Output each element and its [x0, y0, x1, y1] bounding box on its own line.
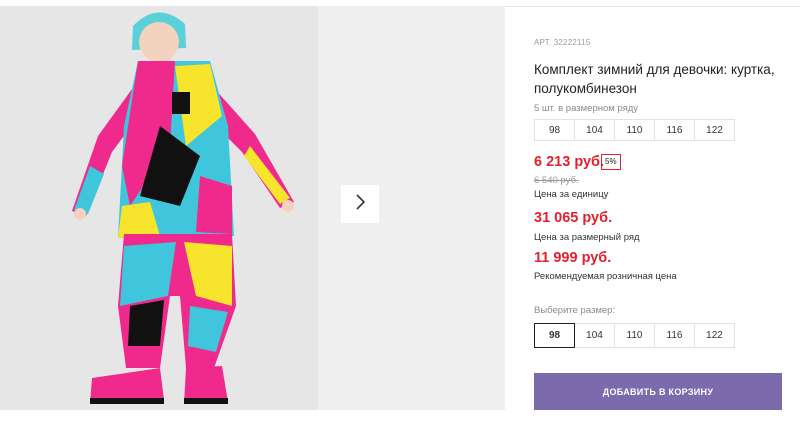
- discount-badge: 5%: [601, 154, 621, 170]
- size-selector: 98 104 110 116 122: [534, 323, 735, 348]
- panel-divider: [505, 6, 800, 7]
- pack-price: 31 065 руб.: [534, 210, 613, 226]
- pack-size-110: 110: [614, 119, 655, 141]
- size-option-110[interactable]: 110: [614, 323, 655, 348]
- unit-price: 6 213 руб.: [534, 154, 605, 170]
- unit-price-label: Цена за единицу: [534, 189, 609, 200]
- old-price: 6 540 руб.: [534, 175, 579, 186]
- retail-price: 11 999 руб.: [534, 250, 612, 266]
- pack-size-122: 122: [694, 119, 735, 141]
- pack-size-104: 104: [574, 119, 615, 141]
- pack-note: 5 шт. в размерном ряду: [534, 103, 639, 114]
- size-option-104[interactable]: 104: [574, 323, 615, 348]
- size-option-116[interactable]: 116: [654, 323, 695, 348]
- retail-price-label: Рекомендуемая розничная цена: [534, 271, 677, 282]
- gallery-next-button[interactable]: [341, 185, 379, 223]
- product-gallery: [0, 6, 505, 410]
- pack-size-row: 98 104 110 116 122: [534, 119, 735, 141]
- size-option-98[interactable]: 98: [534, 323, 575, 348]
- add-to-cart-button[interactable]: ДОБАВИТЬ В КОРЗИНУ: [534, 373, 782, 410]
- pack-size-98: 98: [534, 119, 575, 141]
- chevron-right-icon: [355, 193, 366, 215]
- size-select-label: Выберите размер:: [534, 305, 616, 316]
- article-number: АРТ. 32222115: [534, 38, 591, 47]
- product-photo: [0, 6, 318, 410]
- product-title: Комплект зимний для девочки: куртка, пол…: [534, 62, 775, 96]
- pack-size-116: 116: [654, 119, 695, 141]
- size-option-122[interactable]: 122: [694, 323, 735, 348]
- pack-price-label: Цена за размерный ряд: [534, 232, 640, 243]
